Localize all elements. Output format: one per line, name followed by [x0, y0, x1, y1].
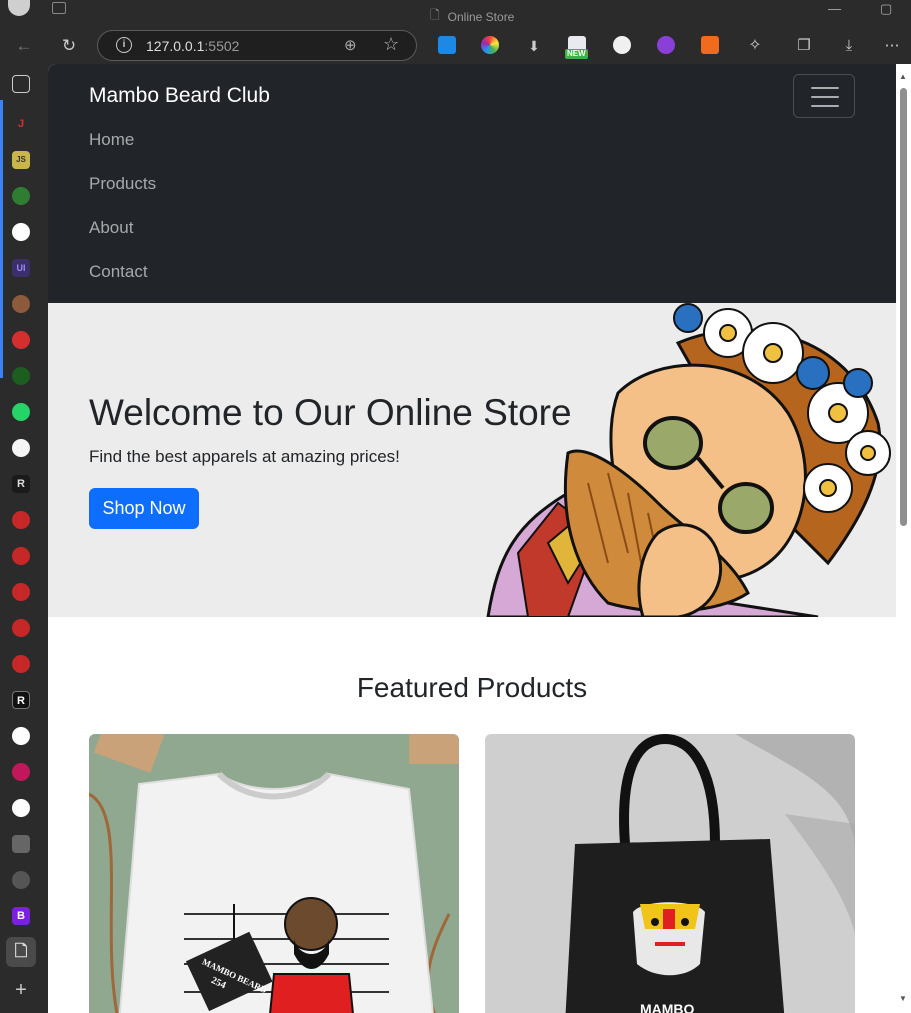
tab-icon-r2[interactable]: R — [12, 691, 30, 709]
tab-icon-mongodb[interactable] — [12, 367, 30, 385]
browser-sidebar: J JS UI R R B 🗋 + — [0, 64, 48, 1013]
scroll-down-icon[interactable]: ▼ — [899, 994, 907, 1003]
color-picker-extension-icon[interactable] — [481, 36, 499, 54]
tab-icon-doc[interactable] — [12, 835, 30, 853]
scroll-up-icon[interactable]: ▲ — [899, 72, 907, 81]
extensions-puzzle-icon[interactable]: ✧ — [743, 34, 767, 58]
tab-icon-chatgpt[interactable] — [12, 223, 30, 241]
tab-icon-google-2[interactable] — [12, 799, 30, 817]
scrollbar-thumb[interactable] — [900, 88, 907, 526]
tab-actions-icon[interactable] — [12, 75, 30, 93]
bag-mambo-text: MAMBO — [640, 1001, 695, 1013]
download-extension-icon[interactable] — [438, 36, 456, 54]
tab-icon-ui[interactable]: UI — [12, 259, 30, 277]
tab-icon-google-1[interactable] — [12, 727, 30, 745]
bearded-man-illustration — [486, 303, 891, 617]
tab-icon-github[interactable] — [12, 439, 30, 457]
nav-link-home[interactable]: Home — [89, 130, 134, 150]
downloads-icon[interactable]: ⤓ — [837, 34, 861, 58]
hamburger-bar-icon — [811, 96, 839, 98]
tote-bag-product-image: MAMBO — [485, 734, 855, 1013]
orange-extension-icon[interactable] — [701, 36, 719, 54]
window-title-bar: 🗋 Online Store — ▢ — [0, 0, 911, 28]
navbar-brand[interactable]: Mambo Beard Club — [89, 84, 270, 108]
collections-icon[interactable]: ❐ — [792, 34, 816, 58]
browser-toolbar: ← ↻ i 127.0.0.1:5502 ⊕ ☆ ⬇ ✧ ❐ ⤓ ⋯ — [0, 28, 911, 64]
url-host: 127.0.0.1 — [146, 38, 205, 54]
page-viewport: Mambo Beard Club Home Products About Con… — [48, 64, 911, 1013]
url-text[interactable]: 127.0.0.1:5502 — [146, 38, 239, 54]
hero-heading: Welcome to Our Online Store — [89, 392, 572, 433]
product-card-tote-bag[interactable]: MAMBO — [485, 734, 855, 1013]
nav-link-about[interactable]: About — [89, 218, 133, 238]
minimize-icon[interactable]: — — [828, 1, 841, 16]
tab-icon-youtube-1[interactable] — [12, 511, 30, 529]
shop-now-button[interactable]: Shop Now — [89, 488, 199, 529]
nav-link-contact[interactable]: Contact — [89, 262, 148, 282]
nav-link-products[interactable]: Products — [89, 174, 156, 194]
refresh-icon[interactable]: ↻ — [57, 34, 81, 58]
tab-icon-youtube-5[interactable] — [12, 655, 30, 673]
featured-products-section: Featured Products MAMBO BEARD 254 MAMBO — [48, 617, 896, 1013]
tab-icon-bootstrap[interactable]: B — [12, 907, 30, 925]
hamburger-bar-icon — [811, 87, 839, 89]
tab-icon-gray[interactable] — [12, 871, 30, 889]
hamburger-bar-icon — [811, 105, 839, 107]
page-icon: 🗋 — [430, 8, 440, 22]
maximize-icon[interactable]: ▢ — [880, 1, 892, 17]
product-card-tshirt[interactable]: MAMBO BEARD 254 — [89, 734, 459, 1013]
featured-heading: Featured Products — [356, 672, 588, 703]
tab-icon-youtube-2[interactable] — [12, 547, 30, 565]
more-menu-icon[interactable]: ⋯ — [880, 34, 904, 58]
tab-icon-youtube-4[interactable] — [12, 619, 30, 637]
download-arrow-extension-icon[interactable]: ⬇ — [522, 34, 546, 58]
purple-extension-icon[interactable] — [657, 36, 675, 54]
tab-icon-pinterest[interactable] — [12, 763, 30, 781]
navbar-toggler-button[interactable] — [793, 74, 855, 118]
tab-icon-green[interactable] — [12, 187, 30, 205]
new-tab-plus-icon[interactable]: + — [12, 980, 30, 1000]
tab-icon-r[interactable]: R — [12, 475, 30, 493]
favorite-star-icon[interactable]: ☆ — [383, 34, 399, 55]
url-port: :5502 — [204, 38, 240, 54]
tab-title: Online Store — [447, 9, 515, 24]
site-info-icon[interactable]: i — [116, 37, 132, 53]
workspaces-icon[interactable] — [52, 2, 66, 14]
tab-icon-whatsapp[interactable] — [12, 403, 30, 421]
circle-extension-icon[interactable] — [613, 36, 631, 54]
window-title: 🗋 Online Store — [430, 6, 514, 27]
back-arrow-icon[interactable]: ← — [12, 34, 36, 58]
tab-icon-active-page[interactable]: 🗋 — [6, 937, 36, 967]
profile-avatar[interactable] — [8, 0, 30, 16]
tab-icon-brown[interactable] — [12, 295, 30, 313]
tab-icon-1[interactable]: J — [12, 115, 30, 133]
page-scrollbar[interactable]: ▲ ▼ — [896, 64, 911, 1013]
address-bar[interactable]: i 127.0.0.1:5502 ⊕ ☆ — [97, 30, 417, 61]
tshirt-product-image: MAMBO BEARD 254 — [89, 734, 459, 1013]
site-navbar: Mambo Beard Club Home Products About Con… — [48, 64, 896, 303]
zoom-icon[interactable]: ⊕ — [344, 36, 357, 54]
tab-icon-opera[interactable] — [12, 331, 30, 349]
tab-icon-youtube-3[interactable] — [12, 583, 30, 601]
hero-section: Welcome to Our Online Store Find the bes… — [48, 303, 896, 617]
sidebar-group-accent — [0, 100, 3, 378]
hero-subheading: Find the best apparels at amazing prices… — [89, 447, 400, 466]
new-badge: NEW — [565, 49, 588, 59]
tab-icon-js[interactable]: JS — [12, 151, 30, 169]
